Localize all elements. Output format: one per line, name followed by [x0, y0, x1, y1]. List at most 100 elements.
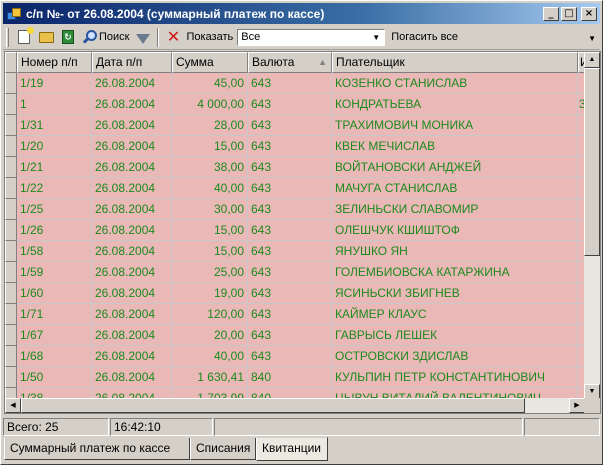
toolbar-overflow-icon[interactable]: ▼: [588, 34, 596, 43]
cell-sum[interactable]: 15,00: [172, 241, 248, 262]
table-row[interactable]: 1/25 26.08.2004 30,00 643 ЗЕЛИНЬСКИ СЛАВОМИР: [5, 199, 585, 220]
column-header-currency[interactable]: Валюта ▲: [248, 52, 332, 73]
table-row[interactable]: 1/67 26.08.2004 20,00 643 ГАВРЫСЬ ЛЕШЕК: [5, 325, 585, 346]
table-row[interactable]: 126.08.20044 000,00643КОНДРАТЬЕВА3: [5, 94, 585, 115]
vertical-scrollbar[interactable]: ▲ ▼: [584, 52, 600, 400]
cell-currency[interactable]: 840: [248, 367, 332, 388]
cell-date[interactable]: 26.08.2004: [92, 325, 172, 346]
table-row[interactable]: 1/60 26.08.2004 19,00 643 ЯСИНЬСКИ ЗБИГНЕВ: [5, 283, 585, 304]
column-header-payer[interactable]: Плательщик: [332, 52, 578, 73]
cell-currency[interactable]: 643: [248, 199, 332, 220]
new-button[interactable]: [13, 26, 35, 48]
cell-sum[interactable]: 15,00: [172, 220, 248, 241]
tab-summary-payment[interactable]: Суммарный платеж по кассе: [4, 438, 190, 460]
horizontal-scrollbar[interactable]: ◀ ▶: [5, 398, 585, 413]
cell-number[interactable]: 1/60: [17, 283, 92, 304]
table-row[interactable]: 1/50 26.08.2004 1 630,41 840 КУЛЬПИН ПЕТР КО…: [5, 367, 585, 388]
cell-number[interactable]: 1/50: [17, 367, 92, 388]
table-row[interactable]: 1/19 26.08.2004 45,00 643 КОЗЕНКО СТАНИСЛАВ: [5, 73, 585, 94]
cell-date[interactable]: 26.08.2004: [92, 367, 172, 388]
column-header-sum[interactable]: Сумма: [172, 52, 248, 73]
cell-currency[interactable]: 643: [248, 283, 332, 304]
cell-currency[interactable]: 643: [248, 241, 332, 262]
cell-payer[interactable]: ОСТРОВСКИ ЗДИСЛАВ: [332, 346, 578, 367]
scroll-right-button[interactable]: ▶: [569, 398, 585, 413]
cell-currency[interactable]: 643: [248, 136, 332, 157]
row-indicator[interactable]: [5, 199, 17, 220]
row-indicator[interactable]: [5, 157, 17, 178]
cell-number[interactable]: 1/71: [17, 304, 92, 325]
cell-date[interactable]: 26.08.2004: [92, 346, 172, 367]
cell-payer[interactable]: КУЛЬПИН ПЕТР КОНСТАНТИНОВИЧ: [332, 367, 578, 388]
cell-number[interactable]: 1/20: [17, 136, 92, 157]
row-indicator[interactable]: [5, 220, 17, 241]
cell-sum[interactable]: 28,00: [172, 115, 248, 136]
cell-date[interactable]: 26.08.2004: [92, 199, 172, 220]
cell-number[interactable]: 1/25: [17, 199, 92, 220]
row-indicator[interactable]: [5, 283, 17, 304]
cell-payer[interactable]: ВОЙТАНОВСКИ АНДЖЕЙ: [332, 157, 578, 178]
refresh-button[interactable]: ↻: [57, 26, 79, 48]
scroll-left-button[interactable]: ◀: [5, 398, 21, 413]
cell-number[interactable]: 1/68: [17, 346, 92, 367]
horizontal-scroll-thumb[interactable]: [21, 398, 525, 413]
cell-date[interactable]: 26.08.2004: [92, 220, 172, 241]
title-bar[interactable]: с/п №- от 26.08.2004 (суммарный платеж п…: [3, 3, 600, 24]
cell-currency[interactable]: 643: [248, 157, 332, 178]
vertical-scroll-thumb[interactable]: [584, 68, 600, 256]
cell-currency[interactable]: 643: [248, 304, 332, 325]
tab-writeoffs[interactable]: Списания: [190, 438, 256, 460]
filter-button[interactable]: [132, 26, 154, 48]
cell-payer[interactable]: ЯНУШКО ЯН: [332, 241, 578, 262]
cell-payer[interactable]: ГОЛЕМБИОВСКА КАТАРЖИНА: [332, 262, 578, 283]
table-row[interactable]: 1/68 26.08.2004 40,00 643 ОСТРОВСКИ ЗДИСЛАВ: [5, 346, 585, 367]
cell-date[interactable]: 26.08.2004: [92, 94, 172, 115]
column-header-date[interactable]: Дата п/п: [92, 52, 172, 73]
cell-number[interactable]: 1/58: [17, 241, 92, 262]
row-indicator[interactable]: [5, 346, 17, 367]
cell-sum[interactable]: 38,00: [172, 157, 248, 178]
cell-date[interactable]: 26.08.2004: [92, 178, 172, 199]
tab-receipts[interactable]: Квитанции: [256, 437, 328, 461]
close-button[interactable]: ×: [581, 6, 597, 21]
cell-sum[interactable]: 25,00: [172, 262, 248, 283]
cell-date[interactable]: 26.08.2004: [92, 304, 172, 325]
cell-payer[interactable]: ОЛЕШЧУК КШИШТОФ: [332, 220, 578, 241]
cell-currency[interactable]: 643: [248, 94, 332, 115]
cell-currency[interactable]: 643: [248, 178, 332, 199]
cell-sum[interactable]: 40,00: [172, 346, 248, 367]
cell-sum[interactable]: 15,00: [172, 136, 248, 157]
cell-date[interactable]: 26.08.2004: [92, 241, 172, 262]
cell-currency[interactable]: 643: [248, 73, 332, 94]
cell-date[interactable]: 26.08.2004: [92, 115, 172, 136]
cell-currency[interactable]: 643: [248, 115, 332, 136]
cell-sum[interactable]: 30,00: [172, 199, 248, 220]
cell-sum[interactable]: 4 000,00: [172, 94, 248, 115]
table-row[interactable]: 1/20 26.08.2004 15,00 643 КВЕК МЕЧИСЛАВ: [5, 136, 585, 157]
row-indicator[interactable]: [5, 325, 17, 346]
cell-date[interactable]: 26.08.2004: [92, 136, 172, 157]
row-indicator[interactable]: [5, 94, 17, 115]
row-indicator[interactable]: [5, 136, 17, 157]
cell-payer[interactable]: ЯСИНЬСКИ ЗБИГНЕВ: [332, 283, 578, 304]
table-row[interactable]: 1/21 26.08.2004 38,00 643 ВОЙТАНОВСКИ АНДЖЕЙ: [5, 157, 585, 178]
maximize-button[interactable]: □: [561, 6, 577, 21]
cell-payer[interactable]: ГАВРЫСЬ ЛЕШЕК: [332, 325, 578, 346]
cell-payer[interactable]: КАЙМЕР КЛАУС: [332, 304, 578, 325]
cell-number[interactable]: 1/21: [17, 157, 92, 178]
cell-sum[interactable]: 19,00: [172, 283, 248, 304]
scroll-up-button[interactable]: ▲: [584, 52, 600, 68]
cell-number[interactable]: 1/22: [17, 178, 92, 199]
search-button[interactable]: Поиск: [79, 26, 132, 48]
row-indicator[interactable]: [5, 73, 17, 94]
cell-sum[interactable]: 20,00: [172, 325, 248, 346]
toolbar-grip[interactable]: [6, 27, 9, 47]
minimize-button[interactable]: _: [543, 6, 559, 21]
table-row[interactable]: 1/22 26.08.2004 40,00 643 МАЧУГА СТАНИСЛАВ: [5, 178, 585, 199]
delete-button[interactable]: ✕: [162, 26, 184, 48]
cell-payer[interactable]: КОЗЕНКО СТАНИСЛАВ: [332, 73, 578, 94]
cell-currency[interactable]: 643: [248, 346, 332, 367]
pay-all-button[interactable]: Погасить все: [391, 31, 458, 43]
cell-number[interactable]: 1/67: [17, 325, 92, 346]
table-row[interactable]: 1/58 26.08.2004 15,00 643 ЯНУШКО ЯН: [5, 241, 585, 262]
